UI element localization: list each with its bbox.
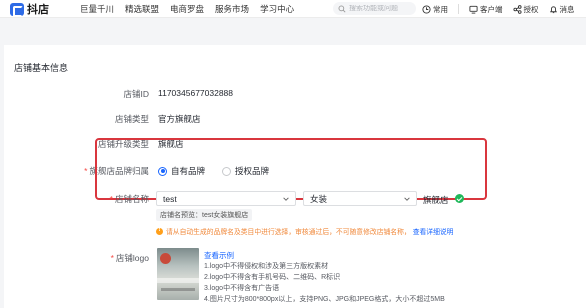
nav-item-alliance[interactable]: 精选联盟 (125, 3, 159, 15)
search-box[interactable] (333, 2, 416, 15)
shop-logo-label: * 店铺logo (49, 252, 149, 264)
nav-item-compass[interactable]: 电商罗盘 (170, 3, 204, 15)
search-input[interactable] (349, 5, 411, 12)
shop-type-label: 店铺类型 (114, 114, 149, 124)
shop-logo-image[interactable] (157, 248, 199, 300)
authorize-label: 授权 (523, 4, 539, 14)
nav-item-learning-center[interactable]: 学习中心 (260, 3, 294, 15)
logo-rule: 4.图片尺寸为800*800px以上，支持PNG、JPG和JPEG格式，大小不超… (204, 296, 445, 303)
clock-icon (422, 4, 431, 14)
share-icon (512, 4, 522, 14)
shop-name-preview: 店铺名预览：test女装旗舰店 (156, 209, 253, 221)
client-button[interactable]: 客户端 (469, 4, 503, 15)
nav-item-qianchuan[interactable]: 巨量千川 (80, 3, 114, 15)
shop-logo-label-text: 店铺logo (115, 253, 149, 263)
common-button[interactable]: 常用 (422, 4, 448, 15)
logo-rule: 1.logo中不得侵权和涉及第三方版权素材 (204, 263, 329, 270)
header-divider (458, 4, 459, 14)
main-nav: 巨量千川 精选联盟 电商罗盘 服务市场 学习中心 (80, 0, 305, 18)
monitor-icon (469, 5, 478, 14)
common-label: 常用 (433, 4, 448, 14)
shop-name-suffix: 旗舰店 (423, 195, 449, 205)
shop-id-label: 店铺ID (123, 89, 149, 99)
search-icon (338, 5, 346, 13)
required-mark: * (109, 194, 113, 204)
messages-button[interactable]: 消息 (549, 4, 575, 15)
view-details-link[interactable]: 查看详细说明 (413, 226, 454, 236)
top-navigation-bar: 抖店 巨量千川 精选联盟 电商罗盘 服务市场 学习中心 常用 客户端 授权 消息 (0, 0, 586, 18)
shop-name-label: * 店铺名称 (49, 193, 149, 205)
required-mark: * (110, 253, 114, 263)
bell-icon (549, 5, 557, 13)
logo-stripe (157, 278, 199, 283)
logo-emblem (160, 253, 171, 264)
nav-item-service-market[interactable]: 服务市场 (215, 3, 249, 15)
chevron-down-icon (404, 197, 410, 201)
header-tools: 常用 客户端 授权 消息 (422, 0, 585, 18)
success-check-icon (455, 194, 464, 203)
douyin-shop-logo-icon (10, 2, 24, 17)
required-mark: * (84, 166, 88, 176)
logo-stripe (161, 288, 195, 291)
app-name: 抖店 (27, 4, 49, 16)
section-title: 店铺基本信息 (14, 63, 69, 73)
messages-label: 消息 (559, 4, 575, 14)
logo-rule: 3.logo中不得含有广告语 (204, 285, 280, 292)
brand-name-value: test (163, 193, 177, 204)
shop-name-label-text: 店铺名称 (114, 194, 149, 204)
app-logo[interactable]: 抖店 (10, 2, 49, 17)
shop-id-value: 1170345677032888 (158, 88, 234, 98)
chevron-down-icon (283, 197, 289, 201)
warning-icon (156, 227, 163, 235)
notice-text: 请从自动生成的品牌名及类目中进行选择，审核通过后，不可随意修改店铺名称， (166, 229, 411, 236)
view-example-link[interactable]: 查看示例 (204, 250, 234, 261)
shop-type-value: 官方旗舰店 (158, 114, 201, 124)
client-label: 客户端 (480, 4, 503, 14)
logo-rule: 2.logo中不得含有手机号码、二维码、R标识 (204, 274, 341, 281)
category-select[interactable]: 女装 (303, 191, 417, 206)
authorize-button[interactable]: 授权 (512, 4, 539, 15)
shop-name-notice: 请从自动生成的品牌名及类目中进行选择，审核通过后，不可随意修改店铺名称， 查看详… (156, 226, 453, 236)
brand-name-select[interactable]: test (156, 191, 296, 206)
category-value: 女装 (310, 193, 328, 204)
